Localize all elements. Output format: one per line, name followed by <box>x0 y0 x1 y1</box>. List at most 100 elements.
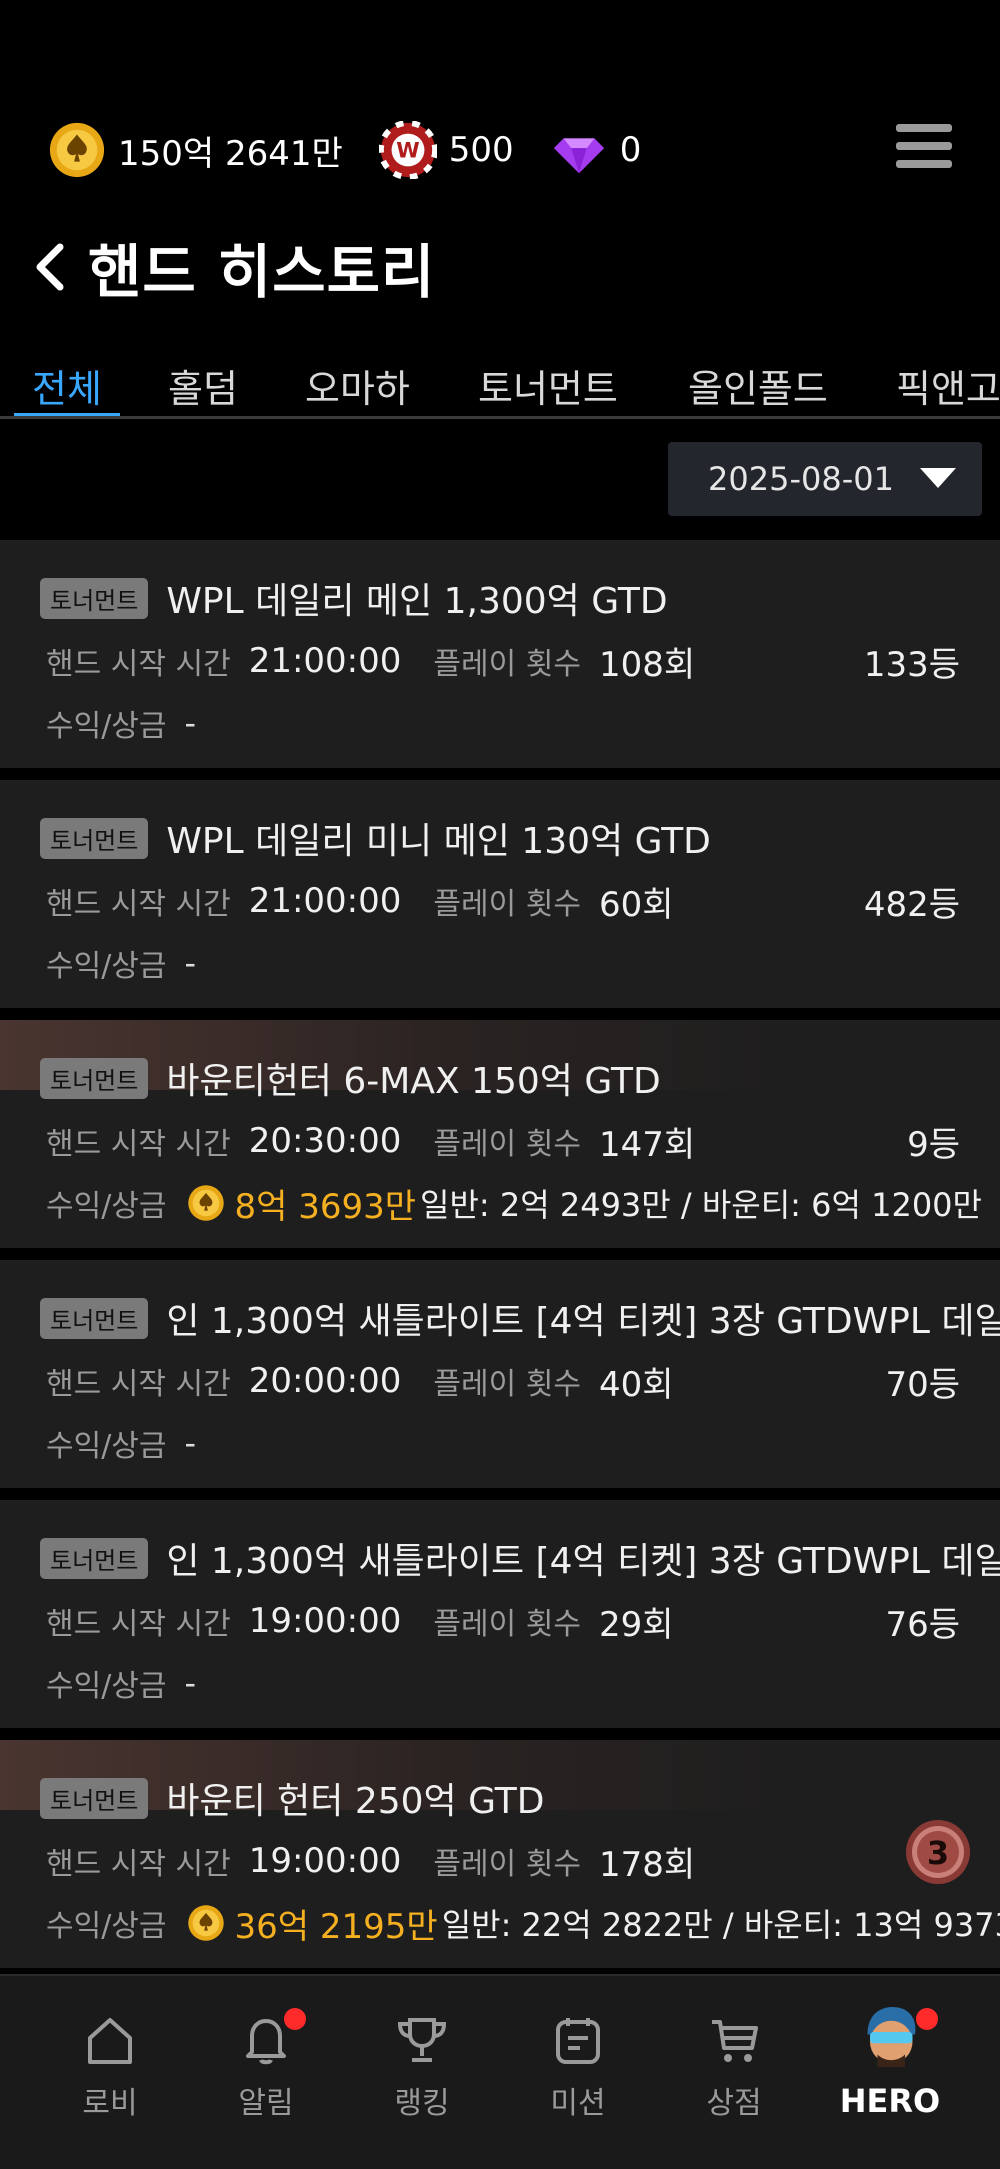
dropdown-caret-icon <box>920 468 956 488</box>
home-icon <box>88 2018 132 2064</box>
tab-holdem[interactable]: 홀덤 <box>168 358 238 413</box>
plays-label: 플레이 횟수 <box>433 1607 581 1642</box>
chip-balance[interactable]: W 500 <box>378 121 514 179</box>
gold-balance[interactable]: 150억 2641만 <box>48 121 343 179</box>
nav-shop[interactable]: 상점 <box>664 2012 804 2122</box>
bottom-nav: 로비 알림 랭킹 미션 상점 HERO <box>0 1974 1000 2169</box>
plays-label: 플레이 횟수 <box>433 887 581 922</box>
tournament-badge: 토너먼트 <box>40 817 149 859</box>
active-tab-indicator <box>14 413 120 416</box>
nav-hero[interactable]: HERO <box>820 2007 960 2120</box>
tournament-badge: 토너먼트 <box>40 1777 149 1819</box>
card-title: 바운티 헌터 250억 GTD <box>166 1781 545 1822</box>
start-time-label: 핸드 시작 시간 <box>46 1127 231 1162</box>
tournament-badge: 토너먼트 <box>40 1057 149 1099</box>
tab-allin-fold[interactable]: 올인폴드 <box>688 358 828 413</box>
start-time-label: 핸드 시작 시간 <box>46 1607 231 1642</box>
hamburger-menu-icon[interactable] <box>896 124 952 174</box>
gold-value: 150억 2641만 <box>118 133 343 174</box>
hand-card[interactable]: 토너먼트 인 1,300억 새틀라이트 [4억 티켓] 3장 GTDWPL 데일 … <box>0 1500 1000 1728</box>
hand-card[interactable]: 토너먼트 인 1,300억 새틀라이트 [4억 티켓] 3장 GTDWPL 데일 … <box>0 1260 1000 1488</box>
start-time-value: 20:00:00 <box>248 1361 402 1401</box>
nav-label: 로비 <box>82 2086 138 2121</box>
nav-mission[interactable]: 미션 <box>508 2012 648 2122</box>
notification-dot <box>916 2008 938 2030</box>
plays-value: 108회 <box>598 644 696 685</box>
prize-value: 8억 3693만 <box>234 1186 417 1227</box>
rank-value: 133등 <box>863 644 960 685</box>
page-title: 핸드 히스토리 <box>88 238 436 306</box>
mission-icon <box>556 2018 600 2064</box>
start-time-value: 20:30:00 <box>248 1121 402 1161</box>
nav-lobby[interactable]: 로비 <box>40 2012 180 2122</box>
profit-value: - <box>184 944 197 982</box>
start-time-value: 21:00:00 <box>248 641 402 681</box>
profit-label: 수익/상금 <box>46 1669 167 1704</box>
gold-coin-icon <box>187 1905 224 1941</box>
hand-card[interactable]: 토너먼트 WPL 데일리 미니 메인 130억 GTD 핸드 시작 시간 21:00… <box>0 780 1000 1008</box>
chip-icon: W <box>378 121 437 179</box>
prize-detail: 일반: 2억 2493만 / 바운티: 6억 1200만 <box>420 1186 982 1224</box>
start-time-value: 19:00:00 <box>248 1601 402 1641</box>
chip-value: 500 <box>448 130 514 170</box>
plays-label: 플레이 횟수 <box>433 647 581 682</box>
plays-value: 29회 <box>598 1604 674 1645</box>
start-time-label: 핸드 시작 시간 <box>46 1847 231 1882</box>
notification-dot <box>284 2008 306 2030</box>
tab-omaha[interactable]: 오마하 <box>305 358 410 413</box>
card-title: 인 1,300억 새틀라이트 [4억 티켓] 3장 GTDWPL 데일 <box>166 1541 1000 1582</box>
profit-value: - <box>184 1664 197 1702</box>
gem-balance[interactable]: 0 <box>550 121 642 179</box>
card-title: WPL 데일리 미니 메인 130억 GTD <box>166 821 711 862</box>
nav-label: 미션 <box>550 2086 606 2121</box>
profit-label: 수익/상금 <box>46 949 167 984</box>
hand-card[interactable]: 토너먼트 WPL 데일리 메인 1,300억 GTD 핸드 시작 시간 21:00:… <box>0 540 1000 768</box>
gem-icon <box>553 138 604 174</box>
profit-label: 수익/상금 <box>46 1909 167 1944</box>
start-time-label: 핸드 시작 시간 <box>46 887 231 922</box>
profit-label: 수익/상금 <box>46 1189 167 1224</box>
tab-all[interactable]: 전체 <box>32 358 102 413</box>
nav-label: 랭킹 <box>394 2086 450 2121</box>
start-time-value: 21:00:00 <box>248 881 402 921</box>
gold-coin-icon <box>187 1185 224 1221</box>
hand-history-list: 토너먼트 WPL 데일리 메인 1,300억 GTD 핸드 시작 시간 21:00:… <box>0 540 1000 1980</box>
profit-label: 수익/상금 <box>46 709 167 744</box>
gem-value: 0 <box>619 130 642 170</box>
profit-label: 수익/상금 <box>46 1429 167 1464</box>
hand-card[interactable]: 토너먼트 바운티 헌터 250억 GTD 핸드 시작 시간 19:00:00 플레이… <box>0 1740 1000 1968</box>
nav-label: 알림 <box>238 2086 294 2121</box>
plays-value: 147회 <box>598 1124 696 1165</box>
start-time-label: 핸드 시작 시간 <box>46 1367 231 1402</box>
trophy-icon <box>397 2018 447 2062</box>
plays-value: 40회 <box>598 1364 674 1405</box>
prize-detail: 일반: 22억 2822만 / 바운티: 13억 9373만 <box>441 1906 1000 1944</box>
rank-value: 9등 <box>907 1124 960 1165</box>
hand-card[interactable]: 토너먼트 바운티헌터 6-MAX 150억 GTD 핸드 시작 시간 20:30:0… <box>0 1020 1000 1248</box>
tab-tournament[interactable]: 토너먼트 <box>478 358 618 413</box>
prize-value: 36억 2195만 <box>234 1906 438 1947</box>
page-header: 핸드 히스토리 <box>30 225 435 309</box>
tournament-badge: 토너먼트 <box>40 1537 149 1579</box>
svg-text:W: W <box>396 139 419 164</box>
nav-ranking[interactable]: 랭킹 <box>352 2012 492 2122</box>
tab-pick-and-go[interactable]: 픽앤고 <box>896 358 1000 413</box>
card-title: 인 1,300억 새틀라이트 [4억 티켓] 3장 GTDWPL 데일 <box>166 1301 1000 1342</box>
plays-label: 플레이 횟수 <box>433 1847 581 1882</box>
nav-notifications[interactable]: 알림 <box>196 2008 336 2122</box>
rank-medal-number: 3 <box>927 1834 949 1872</box>
date-dropdown[interactable]: 2025-08-01 <box>668 442 982 516</box>
rank-value: 76등 <box>885 1604 960 1645</box>
avatar <box>867 2007 916 2067</box>
profit-value: - <box>184 1424 197 1462</box>
tournament-badge: 토너먼트 <box>40 1297 149 1339</box>
rank-value: 482등 <box>863 884 960 925</box>
rank-value: 70등 <box>885 1364 960 1405</box>
plays-value: 60회 <box>598 884 674 925</box>
plays-label: 플레이 횟수 <box>433 1367 581 1402</box>
gold-coin-icon <box>49 122 105 178</box>
nav-label: 상점 <box>706 2086 762 2121</box>
cart-icon <box>712 2020 758 2062</box>
back-chevron-icon[interactable] <box>30 239 70 295</box>
plays-label: 플레이 횟수 <box>433 1127 581 1162</box>
